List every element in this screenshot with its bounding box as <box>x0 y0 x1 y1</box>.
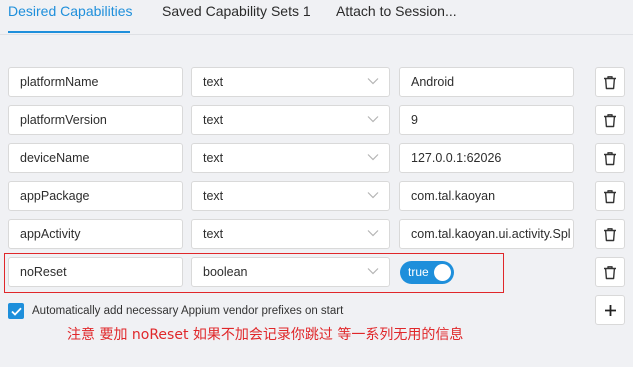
add-capability-button[interactable] <box>595 295 625 325</box>
capability-row: platformName text Android <box>0 67 633 99</box>
tab-attach-to-session[interactable]: Attach to Session... <box>336 3 457 19</box>
delete-capability-button[interactable] <box>595 219 625 249</box>
capability-value-input[interactable]: 9 <box>399 105 574 135</box>
capability-type-select[interactable]: text <box>191 67 390 97</box>
capability-type-select[interactable]: text <box>191 219 390 249</box>
trash-icon <box>604 265 616 279</box>
delete-capability-button[interactable] <box>595 143 625 173</box>
tab-bar: Desired Capabilities Saved Capability Se… <box>0 0 633 35</box>
capability-name-input[interactable]: appPackage <box>8 181 183 211</box>
capability-name-text: platformVersion <box>20 113 107 127</box>
active-tab-indicator <box>8 31 130 33</box>
toggle-knob <box>434 264 451 281</box>
annotation-note: 注意 要加 noReset 如果不加会记录你跳过 等一系列无用的信息 <box>67 327 464 343</box>
capability-type-text: text <box>203 113 224 127</box>
tab-saved-capability-sets[interactable]: Saved Capability Sets 1 <box>162 3 311 19</box>
capability-value-text: Android <box>411 75 455 89</box>
auto-prefix-checkbox[interactable] <box>8 303 24 319</box>
capability-row: platformVersion text 9 <box>0 105 633 137</box>
capability-name-text: platformName <box>20 75 99 89</box>
capability-value-input[interactable]: com.tal.kaoyan <box>399 181 574 211</box>
delete-capability-button[interactable] <box>595 105 625 135</box>
capability-row: appPackage text com.tal.kaoyan <box>0 181 633 213</box>
capability-type-text: text <box>203 227 224 241</box>
capability-value-text: com.tal.kaoyan.ui.activity.Spl <box>411 227 571 241</box>
capability-value-input[interactable]: Android <box>399 67 574 97</box>
auto-prefix-label: Automatically add necessary Appium vendo… <box>32 305 344 317</box>
capability-name-text: appActivity <box>20 227 81 241</box>
capability-name-input[interactable]: platformVersion <box>8 105 183 135</box>
capability-type-select[interactable]: text <box>191 181 390 211</box>
capability-row: appActivity text com.tal.kaoyan.ui.activ… <box>0 219 633 251</box>
trash-icon <box>604 75 616 89</box>
delete-capability-button[interactable] <box>595 67 625 97</box>
capability-name-input[interactable]: noReset <box>8 257 183 287</box>
capability-type-text: boolean <box>203 265 248 279</box>
chevron-down-icon <box>367 116 379 123</box>
capability-type-text: text <box>203 189 224 203</box>
trash-icon <box>604 189 616 203</box>
capability-name-text: noReset <box>20 265 67 279</box>
delete-capability-button[interactable] <box>595 257 625 287</box>
capability-name-text: deviceName <box>20 151 90 165</box>
capability-row: noReset boolean true <box>0 257 633 289</box>
capability-value-toggle-wrapper: true <box>399 257 574 287</box>
capability-value-toggle[interactable]: true <box>400 261 454 284</box>
capability-value-text: 127.0.0.1:62026 <box>411 151 502 165</box>
capability-name-text: appPackage <box>20 189 90 203</box>
capability-value-input[interactable]: com.tal.kaoyan.ui.activity.Spl <box>399 219 574 249</box>
capability-type-select[interactable]: text <box>191 143 390 173</box>
chevron-down-icon <box>367 154 379 161</box>
trash-icon <box>604 113 616 127</box>
capability-type-select[interactable]: text <box>191 105 390 135</box>
capability-value-text: com.tal.kaoyan <box>411 189 496 203</box>
trash-icon <box>604 227 616 241</box>
capability-type-select[interactable]: boolean <box>191 257 390 287</box>
capability-value-text: 9 <box>411 113 418 127</box>
toggle-label: true <box>408 265 429 279</box>
chevron-down-icon <box>367 78 379 85</box>
capability-name-input[interactable]: appActivity <box>8 219 183 249</box>
capability-name-input[interactable]: deviceName <box>8 143 183 173</box>
chevron-down-icon <box>367 230 379 237</box>
check-icon <box>10 307 22 316</box>
delete-capability-button[interactable] <box>595 181 625 211</box>
capability-name-input[interactable]: platformName <box>8 67 183 97</box>
trash-icon <box>604 151 616 165</box>
chevron-down-icon <box>367 268 379 275</box>
plus-icon <box>604 304 616 316</box>
capability-row: deviceName text 127.0.0.1:62026 <box>0 143 633 175</box>
capability-type-text: text <box>203 75 224 89</box>
tab-desired-capabilities[interactable]: Desired Capabilities <box>8 3 133 19</box>
capability-value-input[interactable]: 127.0.0.1:62026 <box>399 143 574 173</box>
capability-type-text: text <box>203 151 224 165</box>
chevron-down-icon <box>367 192 379 199</box>
auto-prefix-option[interactable]: Automatically add necessary Appium vendo… <box>8 303 343 319</box>
